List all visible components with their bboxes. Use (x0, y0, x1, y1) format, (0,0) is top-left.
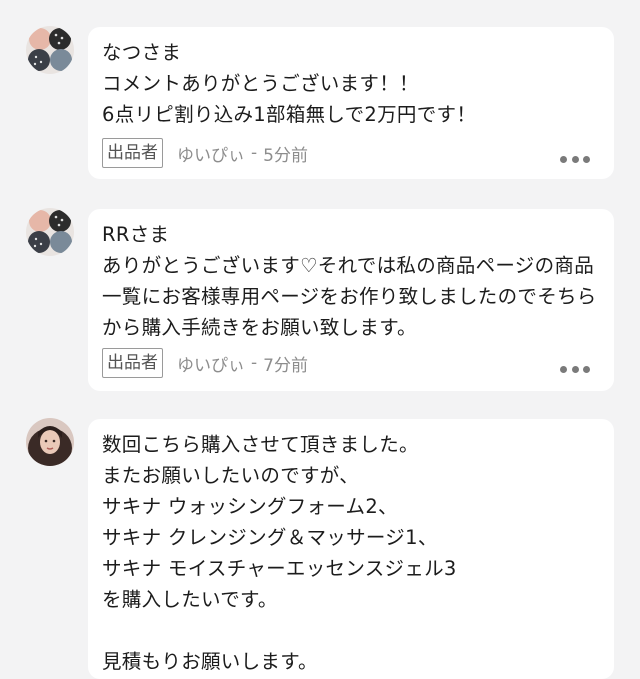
more-options-icon[interactable] (560, 154, 590, 164)
dot (560, 365, 567, 373)
comment-meta: 出品者 ゆいぴぃ - 5分前 (102, 138, 308, 168)
dot (560, 155, 567, 163)
avatar-image (26, 208, 74, 256)
author-time: ゆいぴぃ - 7分前 (177, 351, 308, 376)
timestamp: 5分前 (263, 145, 308, 166)
seller-badge: 出品者 (102, 348, 163, 378)
comment-text: RRさま ありがとうございます♡それでは私の商品ページの商品一覧にお客様専用ペー… (102, 223, 597, 339)
separator: - (251, 143, 258, 163)
separator: - (251, 353, 258, 373)
comment-bubble: なつさま コメントありがとうございます！！ 6点リピ割り込み1部箱無しで2万円で… (88, 27, 614, 179)
dot (571, 365, 579, 373)
comment-text: なつさま コメントありがとうございます！！ 6点リピ割り込み1部箱無しで2万円で… (102, 41, 477, 126)
timestamp: 7分前 (263, 355, 308, 376)
seller-badge: 出品者 (102, 138, 163, 168)
avatar-image (26, 26, 74, 74)
seller-avatar[interactable] (26, 26, 74, 74)
author-name[interactable]: ゆいぴぃ (177, 141, 245, 166)
dot (583, 365, 590, 373)
seller-avatar[interactable] (26, 208, 74, 256)
buyer-avatar[interactable] (26, 418, 74, 466)
more-options-icon[interactable] (560, 364, 590, 374)
dot (571, 155, 579, 163)
comment-bubble: RRさま ありがとうございます♡それでは私の商品ページの商品一覧にお客様専用ペー… (88, 209, 614, 391)
avatar-image (26, 418, 74, 466)
comment-bubble: 数回こちら購入させて頂きました。 またお願いしたいのですが、 サキナ ウォッシン… (88, 419, 614, 679)
author-name[interactable]: ゆいぴぃ (177, 351, 245, 376)
dot (583, 155, 590, 163)
author-time: ゆいぴぃ - 5分前 (177, 141, 308, 166)
comment-meta: 出品者 ゆいぴぃ - 7分前 (102, 348, 308, 378)
